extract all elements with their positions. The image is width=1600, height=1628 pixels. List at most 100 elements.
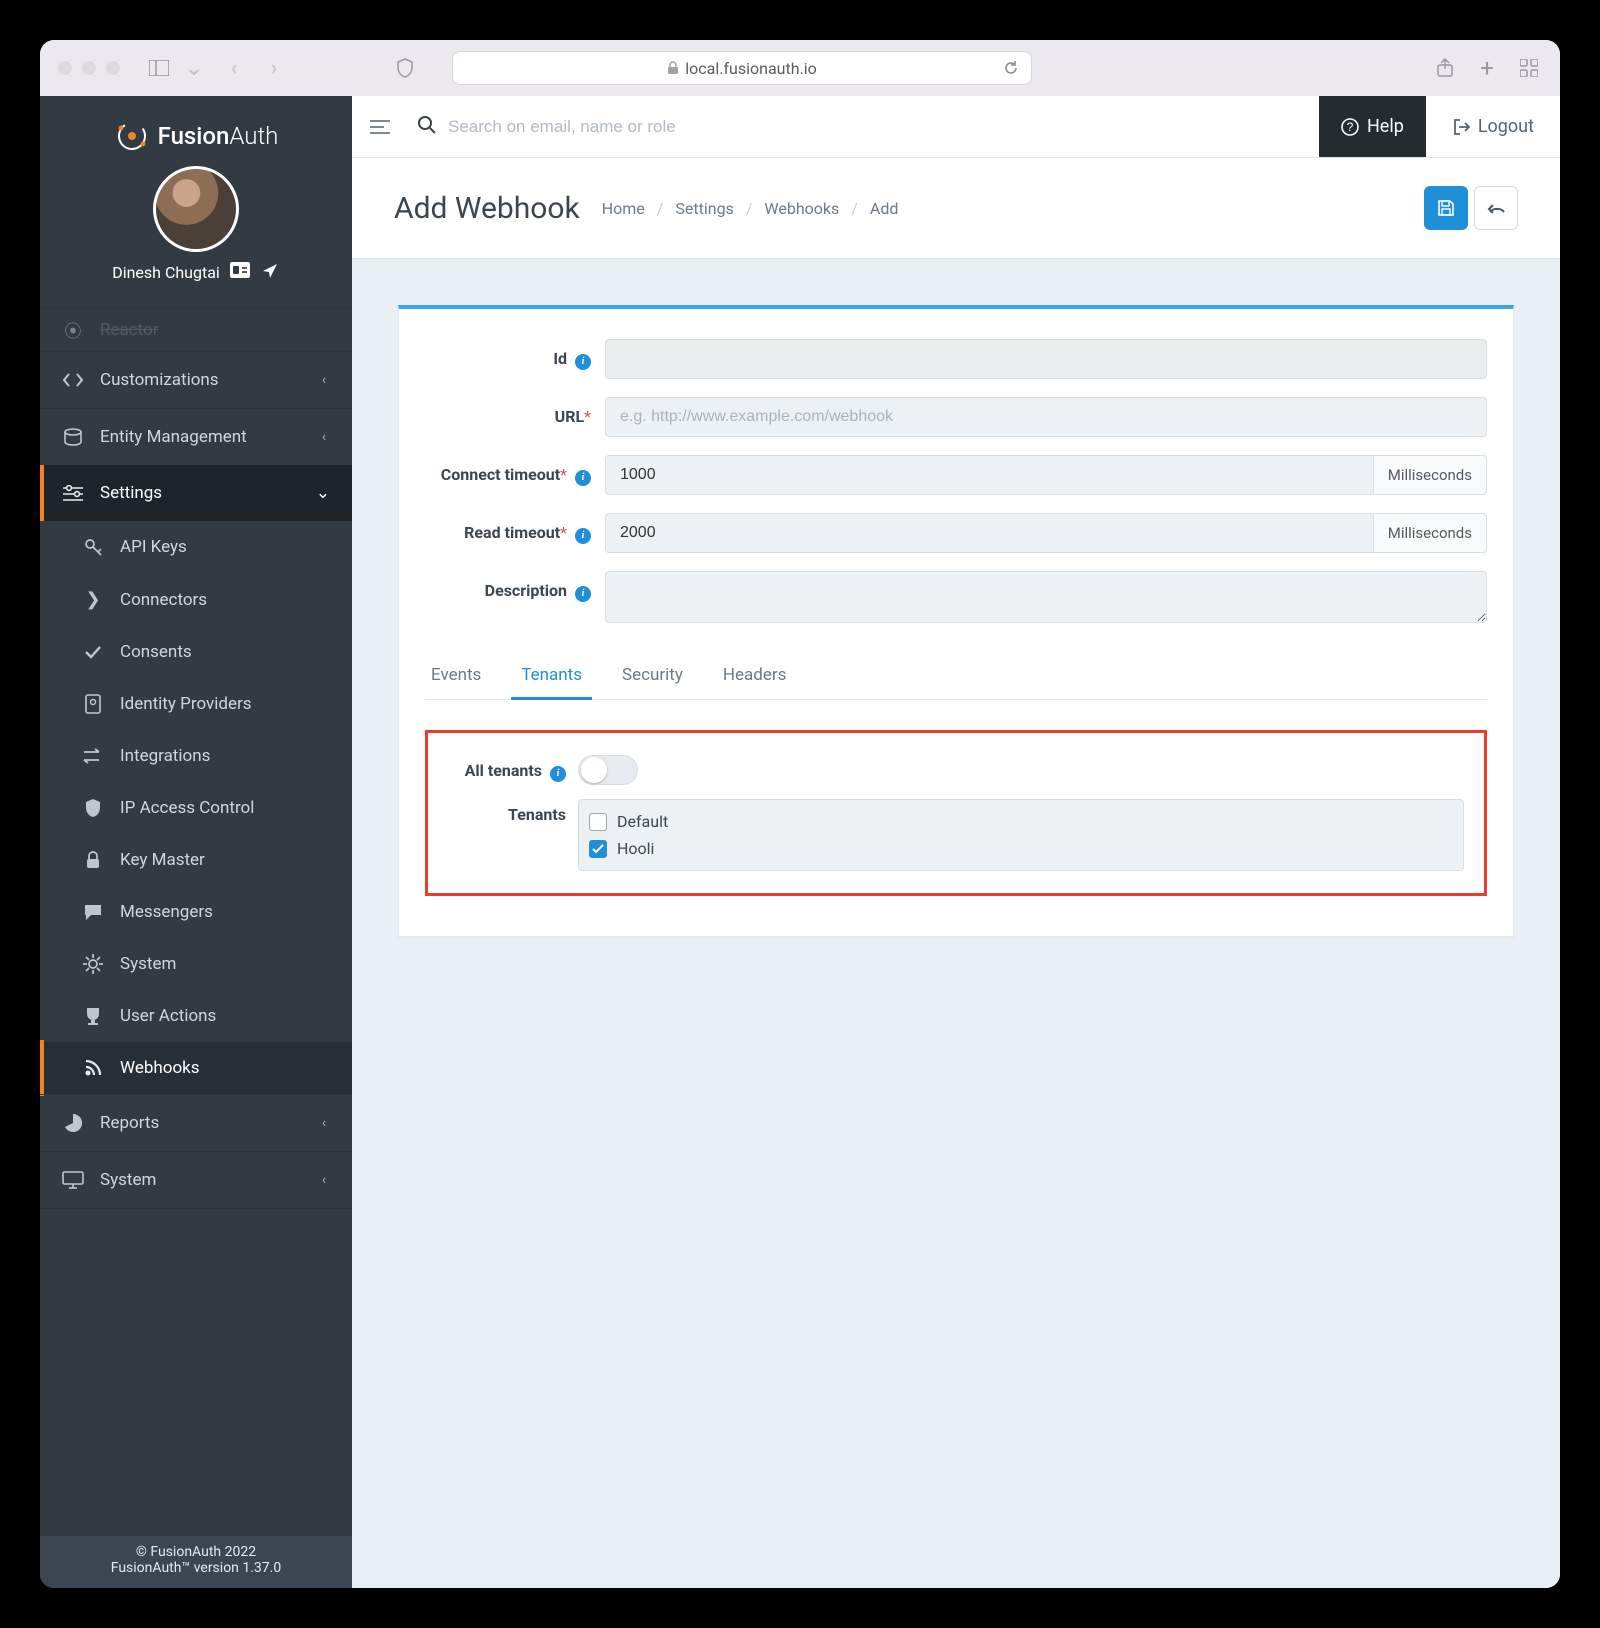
location-arrow-icon[interactable] [260,262,280,282]
footer-version: FusionAuth™ version 1.37.0 [40,1560,352,1576]
zoom-window-dot[interactable] [106,61,120,75]
info-icon[interactable]: i [575,354,591,370]
sidebar-item-entity[interactable]: Entity Management ‹ [40,408,352,465]
logout-label: Logout [1478,116,1534,137]
breadcrumb: Home/ Settings/ Webhooks/ Add [602,199,899,218]
reload-icon[interactable] [1003,52,1019,84]
connect-timeout-field[interactable] [605,455,1374,495]
brand-text: FusionAuth [158,122,279,150]
help-label: Help [1367,116,1404,137]
sidebar-item-label: System [100,1170,156,1190]
titlebar-dropdown-icon[interactable]: ⌄ [180,54,208,82]
logout-button[interactable]: Logout [1426,116,1560,137]
sidebar-item-system2[interactable]: System ‹ [40,1151,352,1209]
sidebar-item-label: Connectors [120,590,207,610]
rss-icon [82,1059,104,1077]
help-button[interactable]: ? Help [1319,96,1426,157]
sidebar-item-reports[interactable]: Reports ‹ [40,1094,352,1151]
breadcrumb-item[interactable]: Home [602,199,645,218]
sidebar-item-settings[interactable]: Settings ⌄ [40,465,352,521]
sidebar-item-user-actions[interactable]: User Actions [40,990,352,1042]
checkbox-unchecked-icon[interactable] [589,813,607,831]
sidebar-item-label: Reactor [100,320,159,340]
sidebar-item-customizations[interactable]: Customizations ‹ [40,351,352,408]
tab-headers[interactable]: Headers [721,651,789,699]
sidebar-footer: © FusionAuth 2022 FusionAuth™ version 1.… [40,1536,352,1588]
tenant-option-label: Hooli [617,839,654,858]
url-text: local.fusionauth.io [685,59,817,78]
lock-icon [82,851,104,869]
gear-icon [82,954,104,974]
label-connect-timeout: Connect timeout [441,465,560,484]
label-description: Description [485,581,567,600]
sidebar-item-messengers[interactable]: Messengers [40,886,352,938]
info-icon[interactable]: i [575,470,591,486]
atom-icon: ⦿ [62,317,84,342]
all-tenants-toggle[interactable] [578,755,638,785]
info-icon[interactable]: i [550,766,566,782]
tab-events[interactable]: Events [429,651,483,699]
close-window-dot[interactable] [58,61,72,75]
sidebar-item-consents[interactable]: Consents [40,626,352,678]
new-tab-icon[interactable]: + [1474,55,1500,81]
sidebar-item-label: Settings [100,483,162,503]
tenant-option-label: Default [617,812,668,831]
sidebar-item-connectors[interactable]: ❯Connectors [40,573,352,626]
menu-toggle-icon[interactable] [352,119,408,135]
url-bar[interactable]: local.fusionauth.io [452,51,1032,85]
sidebar-item-webhooks[interactable]: Webhooks [40,1042,352,1094]
sidebar-item-label: Identity Providers [120,694,252,714]
sidebar-item-key-master[interactable]: Key Master [40,834,352,886]
sidebar-item-label: Reports [100,1113,159,1133]
sliders-icon [62,485,84,501]
label-url: URL [555,407,584,426]
tab-overview-icon[interactable] [1516,55,1542,81]
sidebar-item-api-keys[interactable]: API Keys [40,521,352,573]
id-card-icon[interactable] [230,262,250,282]
forward-chevron-icon[interactable]: › [260,54,288,82]
sidebar-item-label: Key Master [120,850,205,870]
desktop-icon [62,1171,84,1189]
chevron-left-icon: ‹ [318,1115,330,1131]
sidebar-item-reactor[interactable]: ⦿ Reactor [40,308,352,351]
sidebar-toggle-icon[interactable] [146,55,172,81]
description-field[interactable] [605,571,1487,623]
url-field[interactable] [605,397,1487,437]
chevron-left-icon: ‹ [318,1172,330,1188]
info-icon[interactable]: i [575,586,591,602]
tenant-option-hooli[interactable]: Hooli [589,835,1453,862]
share-icon[interactable] [1432,55,1458,81]
tabs: Events Tenants Security Headers [425,651,1487,700]
sidebar-item-ip-access[interactable]: IP Access Control [40,782,352,834]
tenants-panel-highlight: All tenants i Tenants [425,730,1487,896]
info-icon[interactable]: i [575,528,591,544]
back-button[interactable] [1474,186,1518,230]
code-icon [62,373,84,387]
sidebar-item-label: Integrations [120,746,210,766]
breadcrumb-item: Add [870,199,898,218]
sidebar-item-integrations[interactable]: Integrations [40,730,352,782]
sidebar-item-label: Messengers [120,902,213,922]
read-timeout-field[interactable] [605,513,1374,553]
browser-window: ⌄ ‹ › local.fusionauth.io + [40,40,1560,1588]
search-input[interactable] [448,117,1309,137]
sidebar-item-identity[interactable]: Identity Providers [40,678,352,730]
checkbox-checked-icon[interactable] [589,840,607,858]
page-header: Add Webhook Home/ Settings/ Webhooks/ Ad… [352,158,1560,259]
tab-security[interactable]: Security [620,651,685,699]
save-button[interactable] [1424,186,1468,230]
tenant-option-default[interactable]: Default [589,808,1453,835]
breadcrumb-item[interactable]: Webhooks [764,199,839,218]
trophy-icon [82,1006,104,1026]
sidebar-item-label: Webhooks [120,1058,200,1078]
minimize-window-dot[interactable] [82,61,96,75]
back-chevron-icon[interactable]: ‹ [220,54,248,82]
avatar[interactable] [153,166,239,252]
sidebar-item-system[interactable]: System [40,938,352,990]
key-icon [82,538,104,556]
chevron-left-icon: ‹ [318,429,330,445]
tab-tenants[interactable]: Tenants [519,651,584,699]
shield-icon[interactable] [392,55,418,81]
brand-logo[interactable]: FusionAuth [114,118,279,154]
breadcrumb-item[interactable]: Settings [675,199,733,218]
